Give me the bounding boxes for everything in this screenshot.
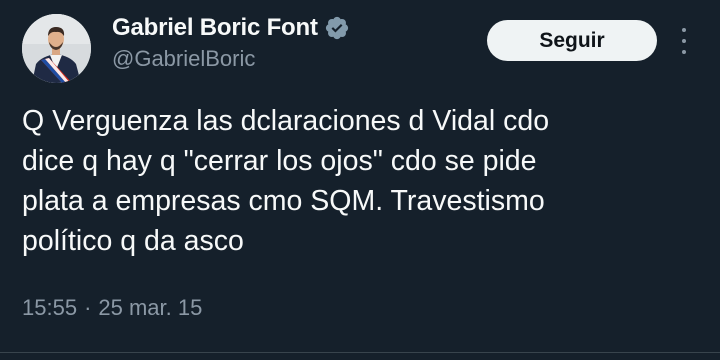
verified-badge-icon [324,15,350,41]
author-handle[interactable]: @GabrielBoric [112,46,255,72]
more-dot [682,39,686,43]
tweet-text: Q Verguenza las dclaraciones d Vidal cdo… [22,105,550,257]
tweet-time[interactable]: 15:55 [22,295,77,321]
tweet-date[interactable]: 25 mar. 15 [98,295,202,321]
more-dot [682,28,686,32]
author-name-row: Gabriel Boric Font [112,12,350,44]
tweet-meta: 15:55 · 25 mar. 15 [22,295,202,321]
meta-separator: · [84,295,92,320]
author-display-name[interactable]: Gabriel Boric Font [112,14,318,42]
tweet-card: Gabriel Boric Font @GabrielBoric Seguir … [0,0,720,360]
more-dot [682,50,686,54]
more-options-icon[interactable] [674,28,694,54]
avatar[interactable] [22,14,91,83]
divider [0,352,720,353]
profile-photo [22,14,91,83]
follow-button[interactable]: Seguir [487,20,657,61]
